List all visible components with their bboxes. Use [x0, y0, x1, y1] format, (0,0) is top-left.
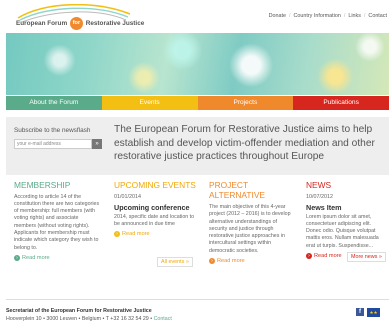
- arrow-right-icon: ›: [306, 252, 312, 259]
- news-body: Lorem ipsum dolor sit amet, consectetuer…: [306, 213, 379, 249]
- projects-body: The main objective of this 4-year projec…: [209, 204, 291, 254]
- all-events-button[interactable]: All events »: [157, 257, 193, 267]
- membership-heading: MEMBERSHIP: [14, 180, 71, 190]
- arrow-right-icon: ›: [209, 258, 215, 265]
- news-column: NEWS 10/07/2012 News Item Lorem ipsum do…: [306, 180, 386, 259]
- nav-tab-events[interactable]: Events: [101, 96, 198, 110]
- newsletter-title: Subscribe to the newsflash: [14, 127, 91, 134]
- top-links: Donate / Country Information / Links / Contact: [268, 13, 387, 19]
- hero-banner: [6, 33, 389, 95]
- nav-tab-projects[interactable]: Projects: [197, 96, 294, 110]
- logo-for-badge: for: [69, 17, 83, 30]
- country-information-link[interactable]: Country Information: [293, 13, 340, 19]
- events-read-more-link[interactable]: › Read more: [114, 231, 196, 238]
- intro-text: The European Forum for Restorative Justi…: [114, 124, 375, 162]
- footer-address: Secretariat of the European Forum for Re…: [6, 308, 172, 322]
- more-news-button[interactable]: More news »: [347, 252, 386, 262]
- news-date: 10/07/2012: [306, 193, 333, 200]
- events-subtitle[interactable]: Upcoming conference: [114, 203, 196, 212]
- links-link[interactable]: Links: [348, 13, 361, 19]
- main-nav: About the Forum Events Projects Publicat…: [6, 96, 389, 110]
- footer-contact-link[interactable]: Contact: [154, 316, 172, 322]
- projects-column: PROJECT ALTERNATIVE The main objective of…: [209, 180, 291, 265]
- facebook-icon[interactable]: f: [356, 308, 364, 316]
- site-logo[interactable]: European Forum for Restorative Justice: [6, 2, 156, 36]
- news-heading: NEWS: [306, 180, 332, 190]
- arrow-right-icon: ›: [114, 231, 120, 238]
- membership-read-more-link[interactable]: › Read more: [14, 254, 100, 261]
- eu-flag-icon: ★★: [367, 308, 380, 317]
- events-date: 01/01/2014: [114, 193, 141, 200]
- membership-column: MEMBERSHIP According to article 14 of th…: [14, 180, 100, 261]
- contact-link[interactable]: Contact: [368, 13, 387, 19]
- news-subtitle[interactable]: News Item: [306, 203, 386, 212]
- projects-read-more-link[interactable]: › Read more: [209, 258, 291, 265]
- newsletter-submit-button[interactable]: »: [92, 139, 102, 149]
- footer-divider: [6, 299, 389, 300]
- intro-band: Subscribe to the newsflash your e-mail a…: [6, 117, 389, 175]
- events-body: 2014, specific date and location to be a…: [114, 213, 195, 227]
- events-column: UPCOMING EVENTS 01/01/2014 Upcoming conf…: [114, 180, 196, 238]
- newsletter-email-input[interactable]: your e-mail address: [14, 139, 92, 149]
- arrow-right-icon: ›: [14, 254, 20, 261]
- nav-tab-publications[interactable]: Publications: [293, 96, 389, 110]
- events-heading: UPCOMING EVENTS: [114, 180, 196, 190]
- logo-text: European Forum for Restorative Justice: [16, 17, 144, 30]
- membership-body: According to article 14 of the constitut…: [14, 193, 100, 251]
- projects-heading: PROJECT ALTERNATIVE: [209, 180, 265, 200]
- nav-tab-about[interactable]: About the Forum: [6, 96, 102, 110]
- donate-link[interactable]: Donate: [269, 13, 286, 19]
